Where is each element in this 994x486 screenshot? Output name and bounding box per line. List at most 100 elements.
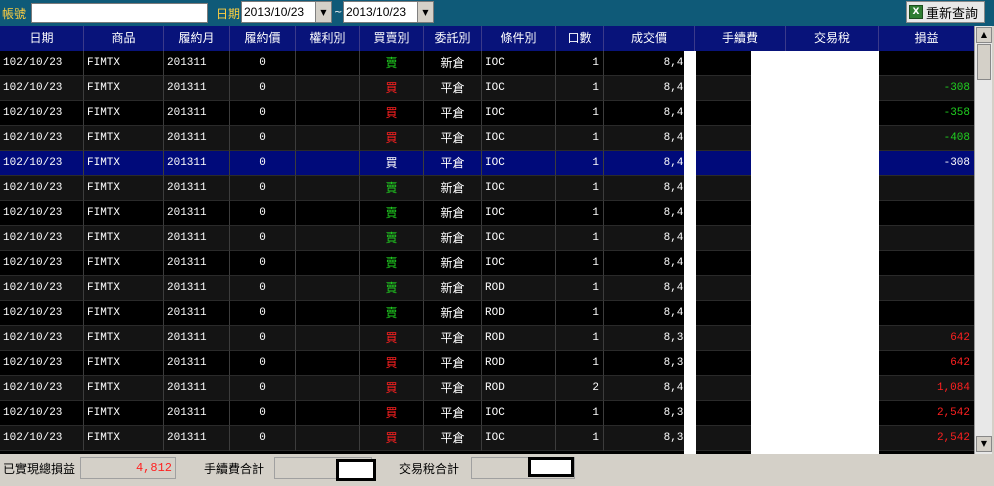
cell-strike: 0 bbox=[230, 251, 296, 276]
tax-total-label: 交易稅合計 bbox=[399, 462, 460, 476]
cell-lots: 1 bbox=[556, 126, 604, 151]
cell-date: 102/10/23 bbox=[0, 201, 84, 226]
cell-date: 102/10/23 bbox=[0, 376, 84, 401]
cell-option-type bbox=[296, 126, 360, 151]
fee-total-label: 手續費合計 bbox=[204, 462, 265, 476]
toolbar: 帳號 日期 2013/10/23 ▼ ~ 2013/10/23 ▼ X 重新查詢 bbox=[0, 0, 994, 26]
account-input[interactable] bbox=[31, 3, 208, 23]
cell-option-type bbox=[296, 301, 360, 326]
cell-price: 8,36 bbox=[604, 401, 695, 426]
vertical-scrollbar[interactable]: ▲ ▼ bbox=[974, 26, 992, 454]
column-header-fee[interactable]: 手續費 bbox=[695, 26, 786, 51]
scroll-up-icon[interactable]: ▲ bbox=[976, 27, 992, 43]
cell-lots: 1 bbox=[556, 326, 604, 351]
date-from-select[interactable]: 2013/10/23 ▼ bbox=[241, 1, 332, 23]
cell-order-type: 新倉 bbox=[424, 301, 482, 326]
cell-condition: IOC bbox=[482, 76, 556, 101]
column-header-contract-month[interactable]: 履約月 bbox=[164, 26, 230, 51]
cell-pl: 642 bbox=[879, 326, 974, 351]
cell-lots: 1 bbox=[556, 251, 604, 276]
date-from-value: 2013/10/23 bbox=[244, 5, 305, 19]
cell-product: FIMTX bbox=[84, 326, 164, 351]
cell-strike: 0 bbox=[230, 126, 296, 151]
cell-order-type: 平倉 bbox=[424, 351, 482, 376]
cell-order-type: 平倉 bbox=[424, 426, 482, 451]
cell-product: FIMTX bbox=[84, 301, 164, 326]
cell-lots: 1 bbox=[556, 51, 604, 76]
cell-pl: -408 bbox=[879, 126, 974, 151]
cell-lots: 1 bbox=[556, 276, 604, 301]
column-header-order-type[interactable]: 委託別 bbox=[424, 26, 482, 51]
cell-side: 賣 bbox=[360, 176, 424, 201]
cell-side: 買 bbox=[360, 326, 424, 351]
cell-date: 102/10/23 bbox=[0, 426, 84, 451]
cell-condition: IOC bbox=[482, 426, 556, 451]
cell-side: 買 bbox=[360, 426, 424, 451]
cell-date: 102/10/23 bbox=[0, 126, 84, 151]
date-to-value: 2013/10/23 bbox=[346, 5, 407, 19]
column-header-tax[interactable]: 交易稅 bbox=[786, 26, 879, 51]
cell-lots: 1 bbox=[556, 226, 604, 251]
date-to-select[interactable]: 2013/10/23 ▼ bbox=[343, 1, 434, 23]
cell-contract-month: 201311 bbox=[164, 251, 230, 276]
column-header-pl[interactable]: 損益 bbox=[879, 26, 974, 51]
cell-contract-month: 201311 bbox=[164, 276, 230, 301]
cell-product: FIMTX bbox=[84, 276, 164, 301]
scrollbar-thumb[interactable] bbox=[977, 44, 991, 80]
cell-pl: 2,542 bbox=[879, 426, 974, 451]
cell-contract-month: 201311 bbox=[164, 376, 230, 401]
cell-condition: IOC bbox=[482, 51, 556, 76]
cell-product: FIMTX bbox=[84, 126, 164, 151]
cell-date: 102/10/23 bbox=[0, 226, 84, 251]
cell-contract-month: 201311 bbox=[164, 51, 230, 76]
account-label: 帳號 bbox=[2, 7, 27, 21]
cell-option-type bbox=[296, 401, 360, 426]
cell-pl: -308 bbox=[879, 151, 974, 176]
cell-date: 102/10/23 bbox=[0, 351, 84, 376]
cell-product: FIMTX bbox=[84, 176, 164, 201]
chevron-down-icon[interactable]: ▼ bbox=[417, 2, 433, 22]
date-separator: ~ bbox=[334, 7, 343, 18]
summary-bar: 已實現總損益 4,812 手續費合計 交易稅合計 bbox=[0, 454, 994, 486]
cell-side: 買 bbox=[360, 76, 424, 101]
column-header-date[interactable]: 日期 bbox=[0, 26, 84, 51]
column-header-option-type[interactable]: 權利別 bbox=[296, 26, 360, 51]
cell-option-type bbox=[296, 351, 360, 376]
requery-button[interactable]: X 重新查詢 bbox=[906, 1, 985, 23]
cell-price: 8,41 bbox=[604, 301, 695, 326]
column-header-price[interactable]: 成交價 bbox=[604, 26, 695, 51]
column-header-side[interactable]: 買賣別 bbox=[360, 26, 424, 51]
cell-option-type bbox=[296, 51, 360, 76]
cell-price: 8,40 bbox=[604, 376, 695, 401]
requery-label: 重新查詢 bbox=[926, 6, 979, 22]
cell-option-type bbox=[296, 326, 360, 351]
column-header-strike[interactable]: 履約價 bbox=[230, 26, 296, 51]
cell-lots: 1 bbox=[556, 101, 604, 126]
scroll-down-icon[interactable]: ▼ bbox=[976, 436, 992, 452]
cell-order-type: 平倉 bbox=[424, 401, 482, 426]
cell-strike: 0 bbox=[230, 301, 296, 326]
cell-side: 買 bbox=[360, 101, 424, 126]
cell-lots: 1 bbox=[556, 76, 604, 101]
chevron-down-icon[interactable]: ▼ bbox=[315, 2, 331, 22]
column-header-lots[interactable]: 口數 bbox=[556, 26, 604, 51]
column-header-condition[interactable]: 條件別 bbox=[482, 26, 556, 51]
cell-date: 102/10/23 bbox=[0, 276, 84, 301]
cell-option-type bbox=[296, 151, 360, 176]
cell-price: 8,39 bbox=[604, 351, 695, 376]
cell-condition: ROD bbox=[482, 351, 556, 376]
column-header-product[interactable]: 商品 bbox=[84, 26, 164, 51]
cell-lots: 1 bbox=[556, 351, 604, 376]
cell-condition: IOC bbox=[482, 101, 556, 126]
cell-price: 8,41 bbox=[604, 201, 695, 226]
cell-contract-month: 201311 bbox=[164, 351, 230, 376]
trade-table[interactable]: 日期 商品 履約月 履約價 權利別 買賣別 委託別 條件別 口數 成交價 手續費 交易稅 損益 102/… bbox=[0, 26, 974, 454]
cell-side: 賣 bbox=[360, 276, 424, 301]
cell-side: 賣 bbox=[360, 51, 424, 76]
cell-option-type bbox=[296, 101, 360, 126]
table-header: 日期 商品 履約月 履約價 權利別 買賣別 委託別 條件別 口數 成交價 手續費 交易稅 損益 bbox=[0, 26, 974, 51]
cell-option-type bbox=[296, 176, 360, 201]
cell-order-type: 新倉 bbox=[424, 51, 482, 76]
cell-pl: 642 bbox=[879, 351, 974, 376]
cell-lots: 1 bbox=[556, 151, 604, 176]
